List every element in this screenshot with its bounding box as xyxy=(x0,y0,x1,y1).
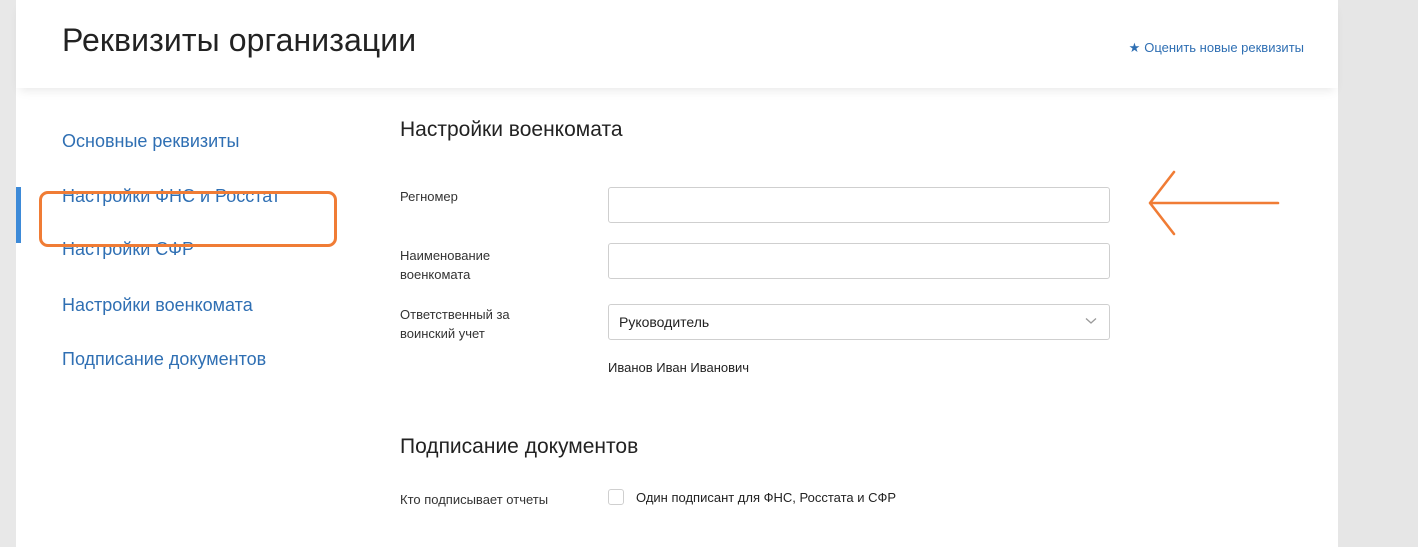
chevron-down-icon xyxy=(1085,318,1097,324)
background-right xyxy=(1338,0,1418,547)
sidebar-item-military-office[interactable]: Настройки военкомата xyxy=(62,295,253,316)
rate-link-label: Оценить новые реквизиты xyxy=(1144,40,1304,55)
regnum-label: Регномер xyxy=(400,189,458,204)
regnum-input[interactable] xyxy=(608,187,1110,223)
page-title: Реквизиты организации xyxy=(62,22,417,58)
sidebar-item-document-signing[interactable]: Подписание документов xyxy=(62,349,266,370)
military-office-name-label: Наименование военкомата xyxy=(400,248,491,282)
star-icon: ★ xyxy=(1128,40,1141,55)
arrow-annotation-icon xyxy=(1148,170,1280,236)
military-section-title: Настройки военкомата xyxy=(400,118,623,141)
responsible-select[interactable]: Руководитель xyxy=(608,304,1110,340)
responsible-person-name: Иванов Иван Иванович xyxy=(608,360,750,375)
background-left xyxy=(0,0,16,547)
responsible-select-value: Руководитель xyxy=(619,314,710,330)
military-office-name-input[interactable] xyxy=(608,243,1110,279)
signing-section-title: Подписание документов xyxy=(400,435,639,458)
annotation-highlight-box xyxy=(39,191,337,247)
who-signs-label: Кто подписывает отчеты xyxy=(400,492,549,507)
single-signer-label[interactable]: Один подписант для ФНС, Росстата и СФР xyxy=(636,490,896,505)
responsible-label: Ответственный за воинский учет xyxy=(400,307,510,341)
active-nav-indicator xyxy=(16,187,21,243)
single-signer-checkbox[interactable] xyxy=(608,489,624,505)
page-header: Реквизиты организации ★ Оценить новые рек… xyxy=(16,0,1338,88)
sidebar-item-main-requisites[interactable]: Основные реквизиты xyxy=(62,131,239,152)
settings-panel: Реквизиты организации ★ Оценить новые рек… xyxy=(16,0,1338,547)
rate-new-requisites-link[interactable]: ★ Оценить новые реквизиты xyxy=(1129,40,1304,56)
